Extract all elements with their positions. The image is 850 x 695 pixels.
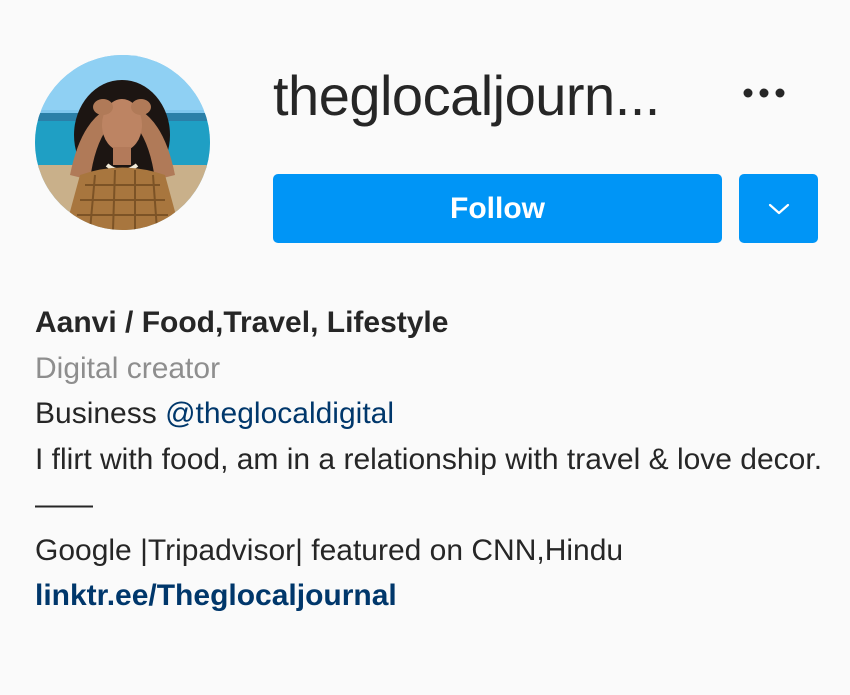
bio-link[interactable]: linktr.ee/Theglocaljournal bbox=[35, 573, 835, 619]
profile-header: theglocaljourn... Follow Aanvi / Food,Tr… bbox=[0, 0, 850, 695]
featured-text: Google |Tripadvisor| featured on CNN,Hin… bbox=[35, 533, 624, 567]
suggested-accounts-dropdown-button[interactable] bbox=[739, 174, 818, 243]
chevron-down-icon bbox=[768, 203, 789, 214]
avatar[interactable] bbox=[35, 55, 210, 230]
username: theglocaljourn... bbox=[273, 64, 660, 127]
profile-photo bbox=[35, 55, 210, 230]
business-line: Business @theglocaldigital bbox=[35, 391, 835, 437]
follow-button[interactable]: Follow bbox=[273, 174, 722, 243]
full-name: Aanvi / Food,Travel, Lifestyle bbox=[35, 306, 449, 339]
business-prefix: Business bbox=[35, 397, 166, 430]
more-horizontal-icon bbox=[743, 88, 785, 98]
bio-divider: —— bbox=[35, 488, 93, 521]
category-label: Digital creator bbox=[35, 351, 221, 385]
business-mention-link[interactable]: @theglocaldigital bbox=[165, 397, 394, 430]
more-options-button[interactable] bbox=[736, 76, 792, 110]
bio-text: I flirt with food, am in a relationship … bbox=[35, 442, 823, 476]
bio-section: Aanvi / Food,Travel, Lifestyle Digital c… bbox=[35, 300, 835, 619]
